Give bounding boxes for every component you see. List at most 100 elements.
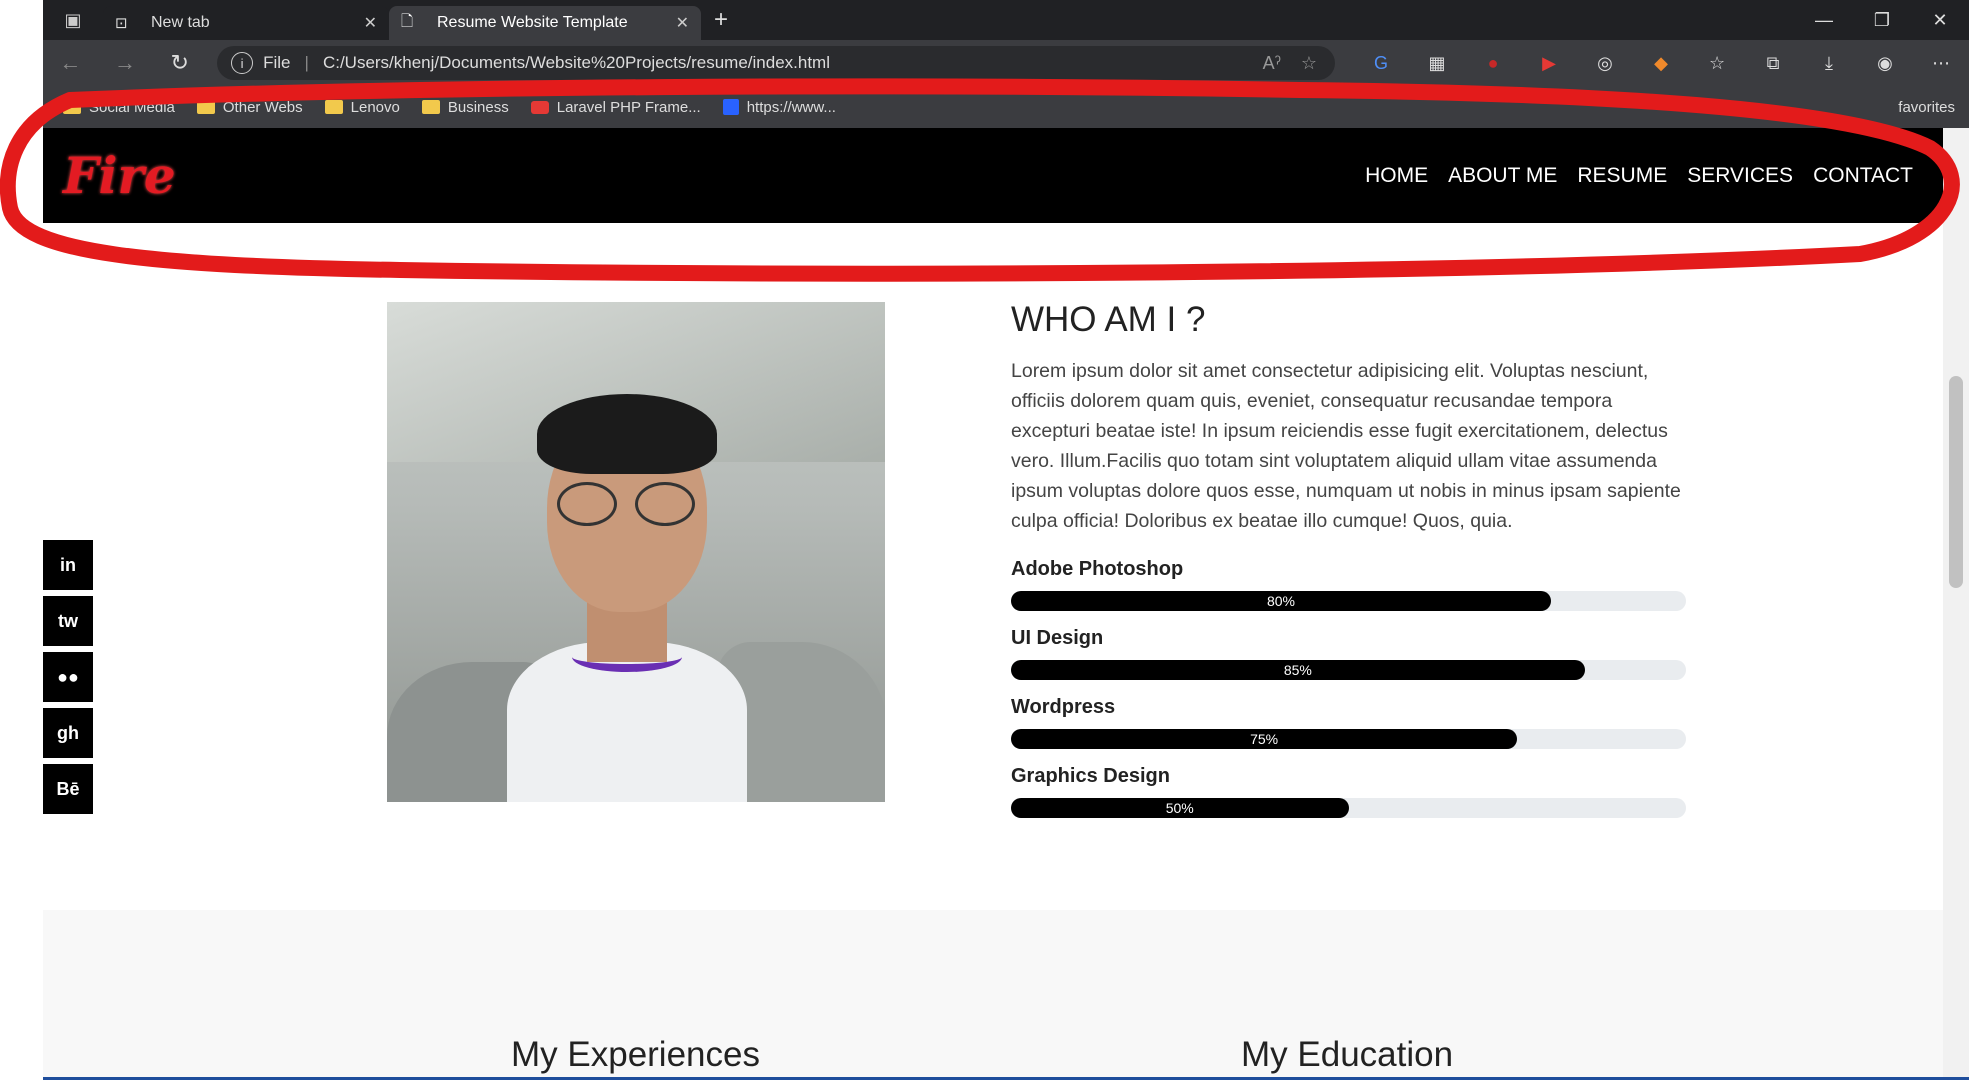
skill-name: Graphics Design [1011, 765, 1170, 787]
page-favicon-icon: 🗋 [401, 12, 414, 30]
skill-item: Wordpress 75% [1011, 696, 1686, 749]
tab-label: Resume Website Template [437, 14, 628, 31]
favorites-icon[interactable]: ☆ [1689, 53, 1745, 74]
bookmark-favorites[interactable]: favorites [1898, 99, 1969, 116]
nav-contact[interactable]: CONTACT [1813, 164, 1913, 188]
left-gutter [0, 0, 43, 1080]
new-tab-favicon-icon: ⊡ [115, 15, 128, 32]
bookmark-laravel[interactable]: Laravel PHP Frame... [530, 98, 701, 116]
collections-icon[interactable]: ⧉ [1745, 53, 1801, 74]
close-tab-icon[interactable]: ✕ [364, 13, 377, 33]
site-logo[interactable]: Fire [63, 141, 176, 211]
bookmark-label: favorites [1898, 98, 1955, 116]
skill-name: UI Design [1011, 627, 1104, 649]
linkedin-icon[interactable]: in [43, 540, 93, 590]
skill-bar-track: 75% [1011, 729, 1686, 749]
about-section: WHO AM I ? Lorem ipsum dolor sit amet co… [1011, 300, 1686, 834]
skill-item: UI Design 85% [1011, 627, 1686, 680]
photo-glasses [557, 482, 697, 526]
metamask-extension-icon[interactable]: ◆ [1633, 53, 1689, 74]
photo-hair [537, 394, 717, 474]
address-actions: Aˀ ☆ [1263, 53, 1335, 74]
url-scheme: File [263, 53, 291, 72]
nav-about-me[interactable]: ABOUT ME [1448, 164, 1557, 188]
skill-bar-track: 85% [1011, 660, 1686, 680]
ublock-extension-icon[interactable]: ● [1465, 53, 1521, 74]
skill-bar-fill: 80% [1011, 591, 1551, 611]
github-icon[interactable]: gh [43, 708, 93, 758]
youtube-icon [530, 100, 549, 114]
skill-bar-fill: 85% [1011, 660, 1585, 680]
bookmark-label: Laravel PHP Frame... [556, 98, 701, 116]
profile-photo [387, 302, 885, 802]
education-heading: My Education [1241, 1035, 1454, 1074]
skill-bar-fill: 50% [1011, 798, 1349, 818]
bookmark-social-media[interactable]: Social Media [63, 99, 175, 116]
forward-icon[interactable]: → [98, 50, 153, 76]
nav-services[interactable]: SERVICES [1687, 164, 1793, 188]
bookmark-site-icon [722, 99, 739, 115]
folder-icon [63, 100, 81, 114]
twitch-icon[interactable]: tw [43, 596, 93, 646]
restore-icon[interactable]: ❐ [1853, 10, 1911, 31]
medium-icon[interactable]: ●● [43, 652, 93, 702]
skill-bar-track: 50% [1011, 798, 1686, 818]
more-menu-icon[interactable]: ⋯ [1913, 53, 1969, 74]
skill-bar-track: 80% [1011, 591, 1686, 611]
tab-new-tab[interactable]: ⊡ New tab ✕ [103, 6, 389, 40]
tab-label: New tab [151, 14, 210, 31]
new-tab-button[interactable]: + [701, 6, 741, 34]
tab-actions-icon[interactable]: ▣ [43, 0, 103, 40]
add-favorite-icon[interactable]: ☆ [1301, 53, 1317, 74]
profile-avatar[interactable]: ◉ [1857, 53, 1913, 74]
close-window-icon[interactable]: ✕ [1911, 10, 1969, 31]
folder-icon [421, 100, 440, 114]
bookmark-label: Lenovo [350, 98, 400, 116]
save-extension-icon[interactable]: ▦ [1409, 53, 1465, 74]
translate-extension-icon[interactable]: G [1353, 53, 1409, 74]
skills-list: Adobe Photoshop 80% UI Design 85% Wordpr… [1011, 558, 1686, 818]
bookmark-label: https://www... [746, 98, 836, 116]
browser-window: ▣ ⊡ New tab ✕ 🗋 Resume Website Template … [43, 0, 1969, 1080]
close-tab-icon[interactable]: ✕ [676, 13, 689, 33]
skill-name: Adobe Photoshop [1011, 558, 1184, 580]
tab-strip: ▣ ⊡ New tab ✕ 🗋 Resume Website Template … [43, 0, 1969, 40]
youtube-extension-icon[interactable]: ▶ [1521, 53, 1577, 74]
url-text[interactable]: C:/Users/khenj/Documents/Website%20Proje… [323, 53, 830, 73]
back-icon[interactable]: ← [43, 50, 98, 76]
minimize-icon[interactable]: — [1795, 10, 1853, 31]
experiences-heading: My Experiences [511, 1035, 760, 1074]
skill-name: Wordpress [1011, 696, 1116, 718]
bookmark-business[interactable]: Business [421, 98, 509, 116]
counter-extension-icon[interactable]: ◎ [1577, 53, 1633, 74]
bookmark-other-webs[interactable]: Other Webs [196, 98, 303, 116]
bookmark-label: Other Webs [222, 98, 303, 116]
downloads-icon[interactable]: ⤓ [1801, 53, 1857, 74]
main-menu: HOME ABOUT ME RESUME SERVICES CONTACT [1365, 164, 1913, 188]
skill-item: Adobe Photoshop 80% [1011, 558, 1686, 611]
bookmark-label: Business [447, 98, 509, 116]
url-separator: | [304, 53, 309, 72]
social-sidebar: in tw ●● gh Bē [43, 540, 93, 820]
bookmark-url[interactable]: https://www... [722, 98, 836, 116]
experience-education-section: My Experiences My Education [43, 910, 1943, 1080]
read-aloud-icon[interactable]: Aˀ [1263, 53, 1281, 74]
address-toolbar: ← → ↻ i File | C:/Users/khenj/Documents/… [43, 40, 1969, 86]
site-header: Fire HOME ABOUT ME RESUME SERVICES CONTA… [43, 128, 1943, 223]
window-controls: — ❐ ✕ [1795, 10, 1969, 31]
site-info-icon[interactable]: i [231, 52, 254, 74]
folder-icon [196, 100, 215, 114]
nav-home[interactable]: HOME [1365, 164, 1428, 188]
reload-icon[interactable]: ↻ [152, 50, 207, 76]
about-body: Lorem ipsum dolor sit amet consectetur a… [1011, 360, 1681, 532]
behance-icon[interactable]: Bē [43, 764, 93, 814]
nav-resume[interactable]: RESUME [1577, 164, 1667, 188]
folder-icon [324, 100, 343, 114]
bookmarks-bar: Social Media Other Webs Lenovo Business … [43, 86, 1969, 128]
tab-resume-website[interactable]: 🗋 Resume Website Template ✕ [389, 6, 701, 40]
page-scrollbar[interactable] [1943, 128, 1969, 1080]
address-bar[interactable]: i File | C:/Users/khenj/Documents/Websit… [217, 46, 1336, 80]
bookmark-label: Social Media [89, 98, 175, 116]
bookmark-lenovo[interactable]: Lenovo [324, 98, 400, 116]
scrollbar-thumb[interactable] [1949, 376, 1963, 588]
